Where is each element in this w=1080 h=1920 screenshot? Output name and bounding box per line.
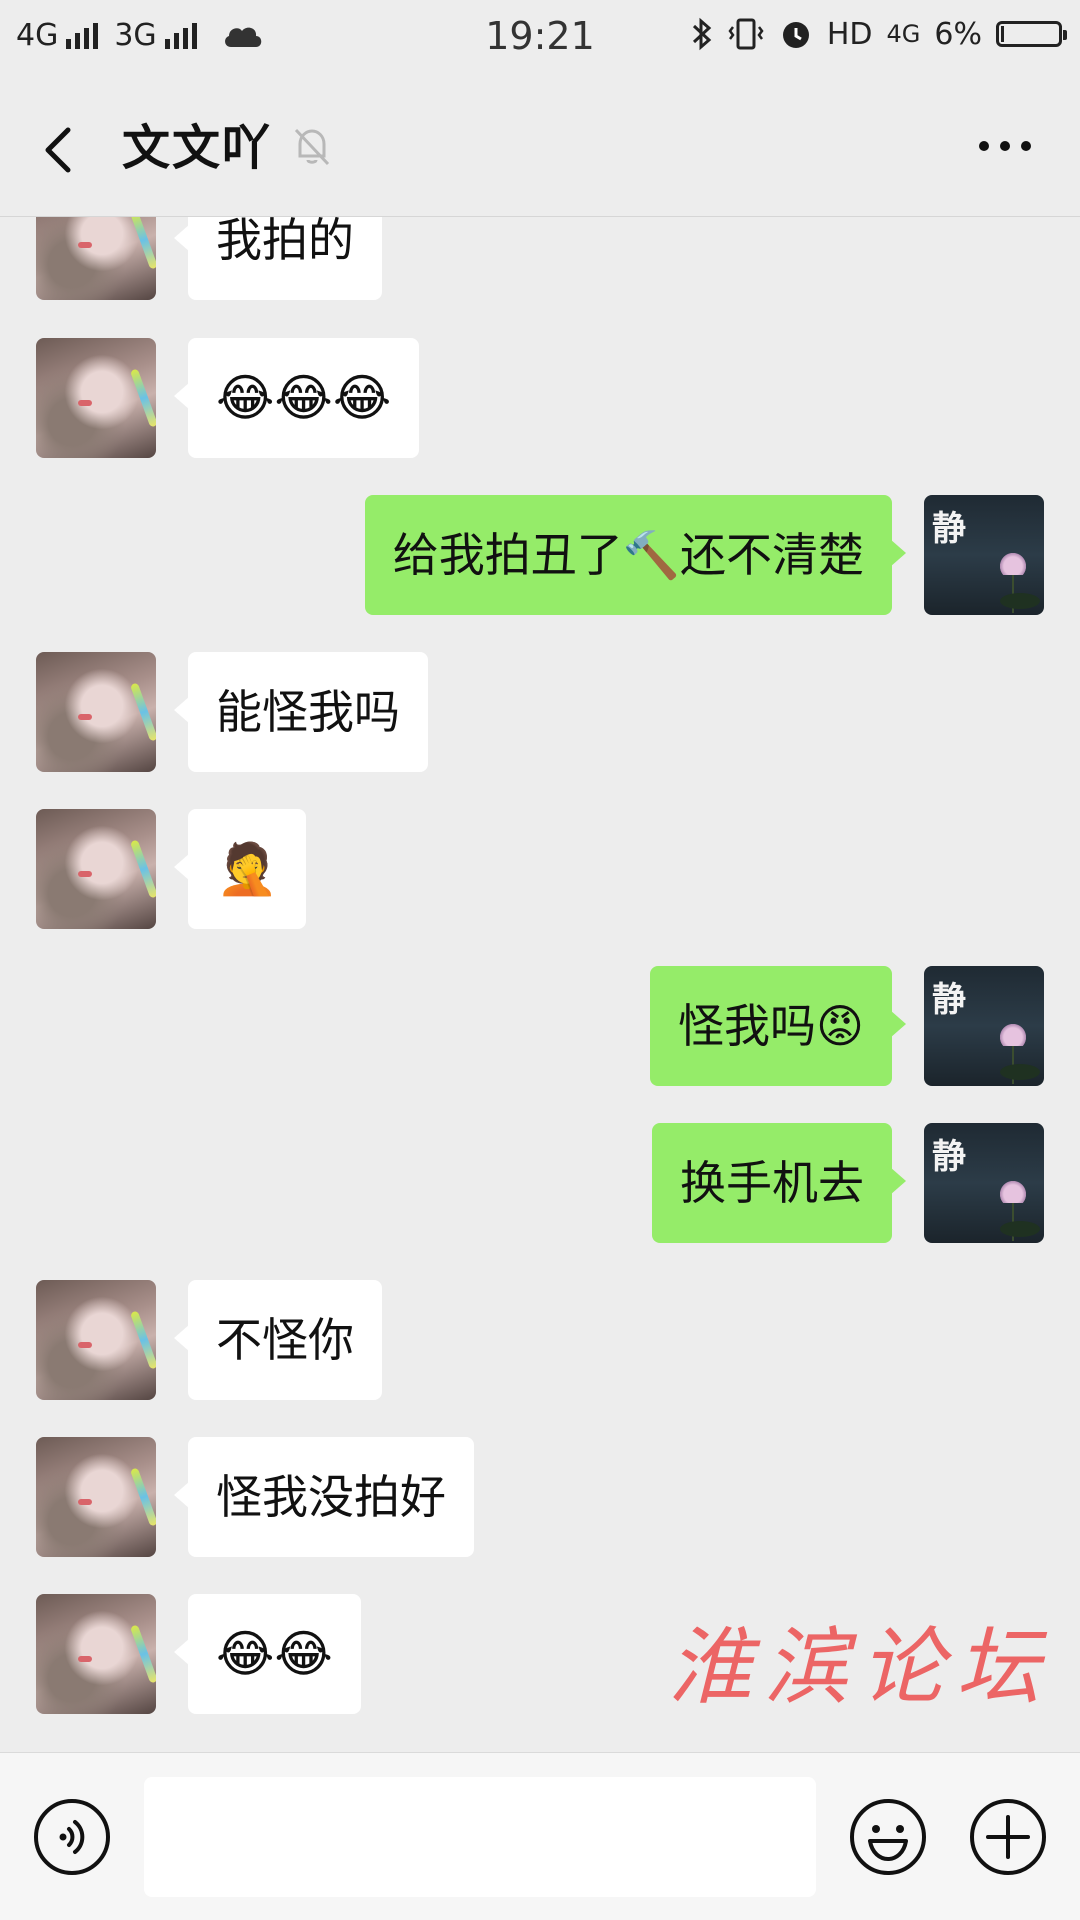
back-button[interactable] [30, 112, 90, 182]
avatar[interactable]: 静 [924, 1123, 1044, 1243]
avatar[interactable] [36, 338, 156, 458]
avatar[interactable] [36, 1594, 156, 1714]
message-input[interactable] [144, 1777, 816, 1897]
input-bar [0, 1752, 1080, 1920]
avatar[interactable]: 静 [924, 966, 1044, 1086]
system-status: HD 4G 6% [691, 16, 1067, 52]
avatar-calligraphy: 静 [932, 980, 966, 1020]
chat-header: 文文吖 [0, 76, 1080, 217]
battery-icon [996, 21, 1067, 47]
message-bubble[interactable]: 😂😂😂 [173, 338, 420, 458]
message-bubble[interactable]: 不怪你 [174, 1280, 382, 1400]
hd-indicator: HD [826, 16, 873, 52]
message-bubble[interactable]: 换手机去 [652, 1123, 906, 1243]
avatar[interactable] [36, 809, 156, 929]
avatar[interactable] [36, 1437, 156, 1557]
status-bar: 4G 3G 19:21 HD 4G 6% [0, 0, 1080, 76]
message-bubble[interactable]: 给我拍丑了🔨还不清楚 [364, 495, 907, 615]
forum-watermark: 淮滨论坛 [668, 1618, 1053, 1716]
back-arrow-icon [45, 127, 71, 173]
bluetooth-icon [692, 17, 712, 51]
lotus-leaf [1000, 593, 1040, 609]
network-type-3: 4G [886, 20, 921, 48]
mute-bell-icon [294, 128, 330, 166]
more-options-button[interactable] [970, 116, 1040, 176]
message-list[interactable]: 我拍的 😂😂😂 静 给我拍丑了🔨还不清楚 能怪我吗 🤦 静 怪我吗😡 静 换手机… [0, 217, 1080, 1750]
message-bubble[interactable]: 😂😂 [174, 1594, 361, 1714]
battery-fill [1001, 26, 1004, 42]
lotus-flower [1000, 1181, 1026, 1203]
lotus-flower [1000, 553, 1026, 575]
avatar[interactable] [36, 652, 156, 772]
avatar-calligraphy: 静 [932, 1137, 966, 1177]
avatar-calligraphy: 静 [932, 509, 966, 549]
message-bubble[interactable]: 能怪我吗 [174, 652, 428, 772]
emoji-button[interactable] [848, 1797, 928, 1877]
more-functions-button[interactable] [968, 1797, 1048, 1877]
message-bubble[interactable]: 我拍的 [174, 217, 382, 300]
message-bubble[interactable]: 怪我没拍好 [174, 1437, 474, 1557]
lotus-flower [1000, 1024, 1026, 1046]
vibrate-icon [728, 18, 764, 50]
alarm-icon [782, 22, 809, 48]
lotus-leaf [1000, 1064, 1040, 1080]
avatar[interactable] [36, 217, 156, 300]
battery-percent: 6% [934, 16, 982, 52]
chat-title: 文文吖 [122, 120, 273, 176]
message-bubble[interactable]: 怪我吗😡 [650, 966, 906, 1086]
message-bubble[interactable]: 🤦 [173, 809, 307, 929]
chat-screen: 4G 3G 19:21 HD 4G 6% 文文吖 我拍的 😂😂😂 静 给我拍丑了… [0, 0, 1080, 1920]
avatar[interactable] [36, 1280, 156, 1400]
avatar[interactable]: 静 [924, 495, 1044, 615]
lotus-leaf [1000, 1221, 1040, 1237]
voice-input-button[interactable] [32, 1797, 112, 1877]
